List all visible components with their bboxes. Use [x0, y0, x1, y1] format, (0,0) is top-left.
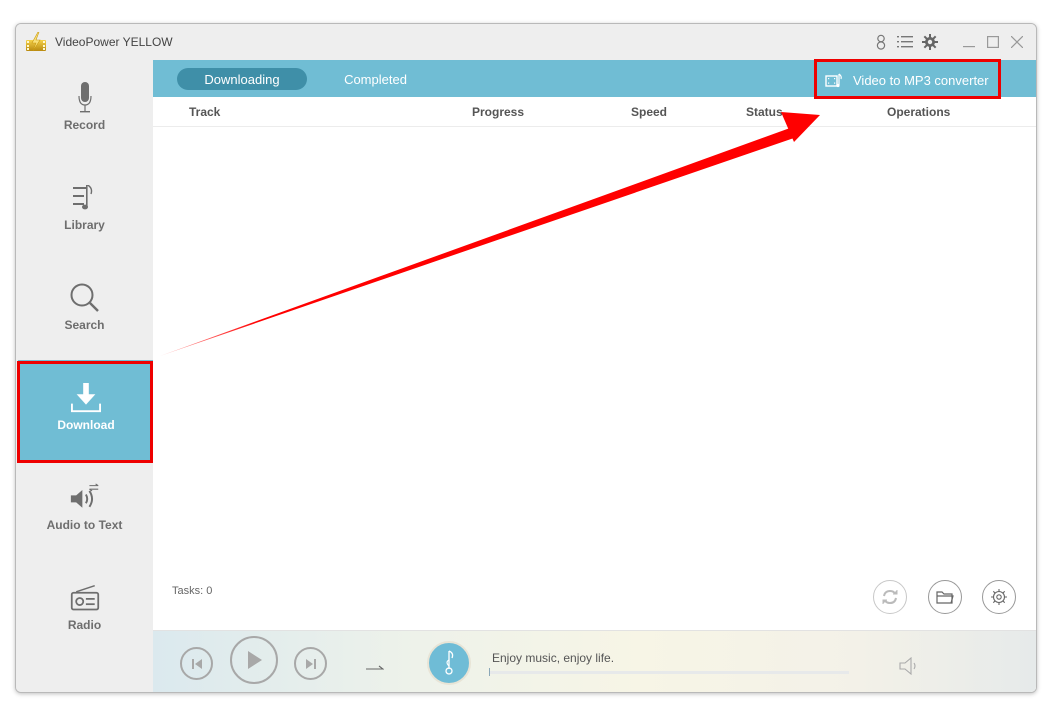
- sidebar-item-label: Download: [57, 418, 115, 432]
- radio-icon: [70, 582, 100, 614]
- open-folder-button[interactable]: [928, 580, 962, 614]
- download-settings-button[interactable]: [982, 580, 1016, 614]
- volume-icon[interactable]: [899, 657, 921, 675]
- converter-button-label: Video to MP3 converter: [853, 73, 989, 88]
- music-list-icon: [70, 182, 100, 214]
- column-header-status[interactable]: Status: [746, 105, 783, 119]
- column-header-track[interactable]: Track: [189, 105, 220, 119]
- refresh-button[interactable]: [873, 580, 907, 614]
- search-icon: [70, 282, 100, 314]
- now-playing-artwork: [427, 641, 471, 685]
- play-icon: [248, 651, 262, 669]
- playback-progress-bar[interactable]: [489, 668, 849, 676]
- column-header-operations[interactable]: Operations: [887, 105, 950, 119]
- previous-track-button[interactable]: [180, 647, 213, 680]
- column-header-speed[interactable]: Speed: [631, 105, 667, 119]
- player-tagline: Enjoy music, enjoy life.: [492, 651, 615, 665]
- app-window: VideoPower YELLOW Record Library Search …: [15, 23, 1037, 693]
- tab-bar: Downloading Completed Video to MP3 conve…: [153, 60, 1036, 97]
- maximize-button[interactable]: [984, 33, 1002, 51]
- sidebar: Record Library Search Download Audio to …: [16, 60, 154, 692]
- title-bar: VideoPower YELLOW: [16, 24, 1036, 60]
- sidebar-item-record[interactable]: Record: [16, 60, 153, 160]
- sidebar-item-audio-to-text[interactable]: Audio to Text: [16, 460, 153, 560]
- column-header-progress[interactable]: Progress: [472, 105, 524, 119]
- main-panel: Downloading Completed Video to MP3 conve…: [153, 60, 1036, 692]
- sidebar-item-download[interactable]: Download: [18, 360, 154, 460]
- app-title: VideoPower YELLOW: [55, 35, 173, 49]
- refresh-icon: [882, 589, 898, 605]
- settings-icon: [991, 589, 1007, 605]
- tasks-count: Tasks: 0: [172, 585, 213, 597]
- speaker-convert-icon: [70, 482, 100, 514]
- film-music-icon: [825, 73, 842, 87]
- play-mode-button[interactable]: [366, 657, 385, 676]
- sidebar-item-search[interactable]: Search: [16, 260, 153, 360]
- tab-completed[interactable]: Completed: [313, 68, 438, 90]
- download-list: [153, 127, 1036, 567]
- tab-downloading[interactable]: Downloading: [177, 68, 307, 90]
- next-track-button[interactable]: [294, 647, 327, 680]
- sidebar-item-label: Library: [64, 218, 105, 232]
- user-icon[interactable]: [872, 33, 890, 51]
- microphone-icon: [70, 82, 100, 114]
- music-note-icon: [445, 650, 454, 675]
- menu-list-icon[interactable]: [896, 33, 914, 51]
- player-bar: Enjoy music, enjoy life.: [153, 630, 1036, 692]
- download-icon: [71, 382, 101, 414]
- video-to-mp3-converter-button[interactable]: Video to MP3 converter: [817, 65, 999, 96]
- folder-icon: [936, 591, 954, 604]
- sidebar-item-label: Audio to Text: [46, 518, 123, 532]
- sidebar-item-library[interactable]: Library: [16, 160, 153, 260]
- playback-progress-handle[interactable]: [489, 668, 490, 676]
- skip-next-icon: [305, 658, 316, 669]
- sidebar-item-label: Radio: [67, 618, 102, 632]
- sidebar-item-label: Record: [63, 118, 106, 132]
- sidebar-item-radio[interactable]: Radio: [16, 560, 153, 660]
- app-logo-icon: [26, 32, 46, 52]
- sequential-arrow-icon: [366, 665, 385, 670]
- sidebar-item-label: Search: [64, 318, 105, 332]
- skip-previous-icon: [191, 658, 202, 669]
- play-button[interactable]: [230, 636, 278, 684]
- minimize-button[interactable]: [960, 33, 978, 51]
- settings-gear-icon[interactable]: [921, 33, 939, 51]
- close-button[interactable]: [1008, 33, 1026, 51]
